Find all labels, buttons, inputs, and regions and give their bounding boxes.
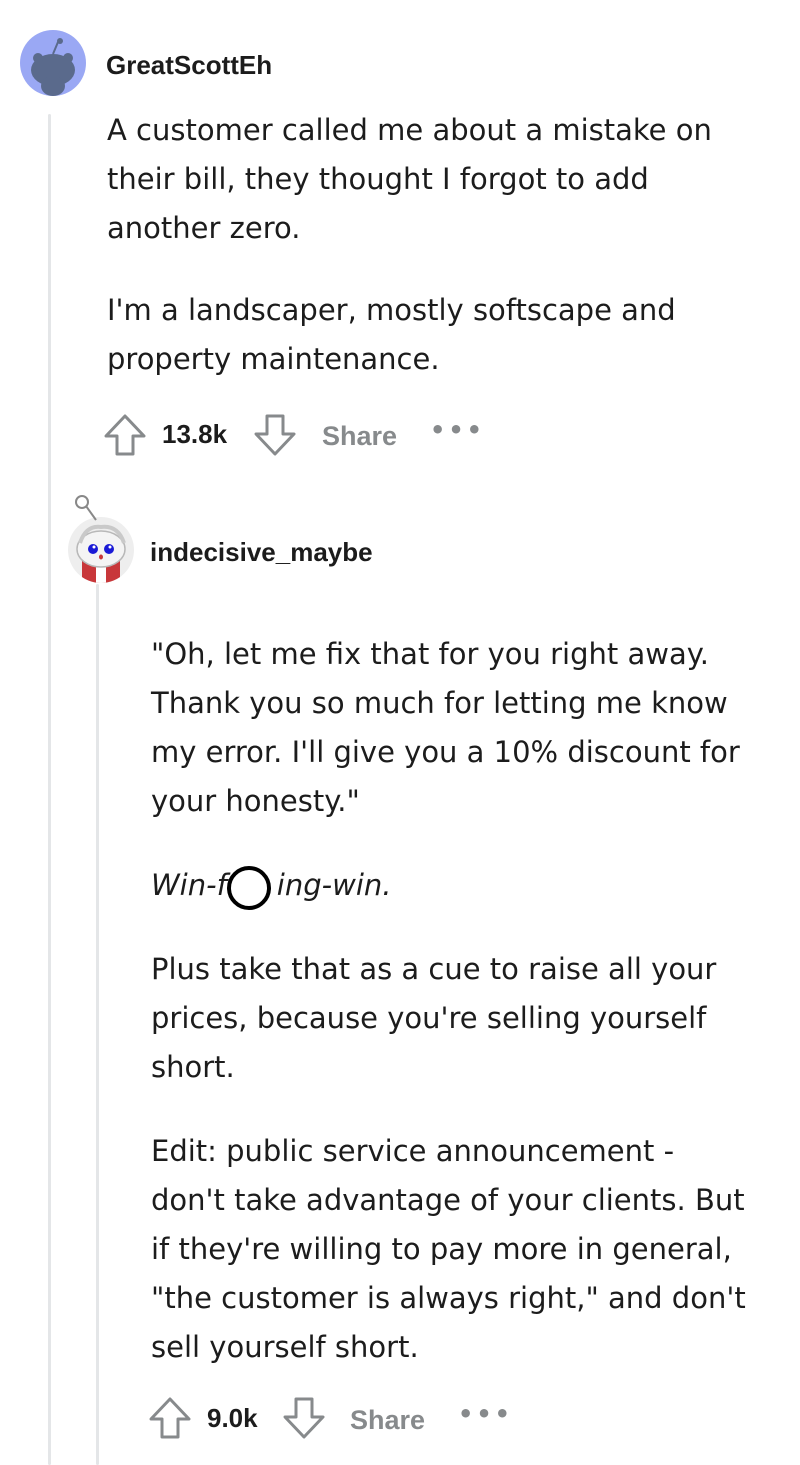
comment-paragraph: Plus take that as a cue to raise all you… <box>151 952 717 1084</box>
comment-paragraph: A customer called me about a mistake on … <box>107 113 712 245</box>
custom-snoo-avatar-icon <box>76 524 126 583</box>
thread-line-reply[interactable] <box>96 584 99 1465</box>
share-button[interactable]: Share <box>350 1405 425 1436</box>
comment-paragraph: I'm a landscaper, mostly softscape and p… <box>107 293 676 376</box>
username[interactable]: indecisive_maybe <box>150 537 373 568</box>
comment-actions: 13.8k Share ••• <box>100 410 500 460</box>
comment-body: "Oh, let me fix that for you right away.… <box>151 630 751 1372</box>
vote-count: 9.0k <box>207 1403 258 1433</box>
username[interactable]: GreatScottEh <box>106 50 272 81</box>
italic-text-part: Win-f <box>151 868 227 902</box>
more-options-icon[interactable]: ••• <box>430 416 485 444</box>
avatar[interactable] <box>68 517 134 583</box>
cursor-ring-icon <box>227 866 271 910</box>
comment-paragraph: Edit: public service announcement - don'… <box>151 1134 746 1364</box>
share-button[interactable]: Share <box>322 421 397 452</box>
upvote-arrow-icon[interactable] <box>102 412 148 458</box>
thread-line-root[interactable] <box>48 114 51 1465</box>
italic-text-part: ing-win. <box>276 868 392 902</box>
comment-body: A customer called me about a mistake on … <box>107 106 767 384</box>
vote-count: 13.8k <box>162 419 228 449</box>
upvote-arrow-icon[interactable] <box>147 1395 193 1441</box>
downvote-arrow-icon[interactable] <box>281 1395 327 1441</box>
more-options-icon[interactable]: ••• <box>458 1400 513 1428</box>
avatar[interactable] <box>20 30 86 96</box>
comment-paragraph: "Oh, let me fix that for you right away.… <box>151 637 740 818</box>
downvote-arrow-icon[interactable] <box>252 412 298 458</box>
antenna-icon <box>75 495 97 521</box>
comment-actions: 9.0k Share ••• <box>145 1395 545 1445</box>
reddit-snoo-avatar-icon <box>31 38 75 96</box>
